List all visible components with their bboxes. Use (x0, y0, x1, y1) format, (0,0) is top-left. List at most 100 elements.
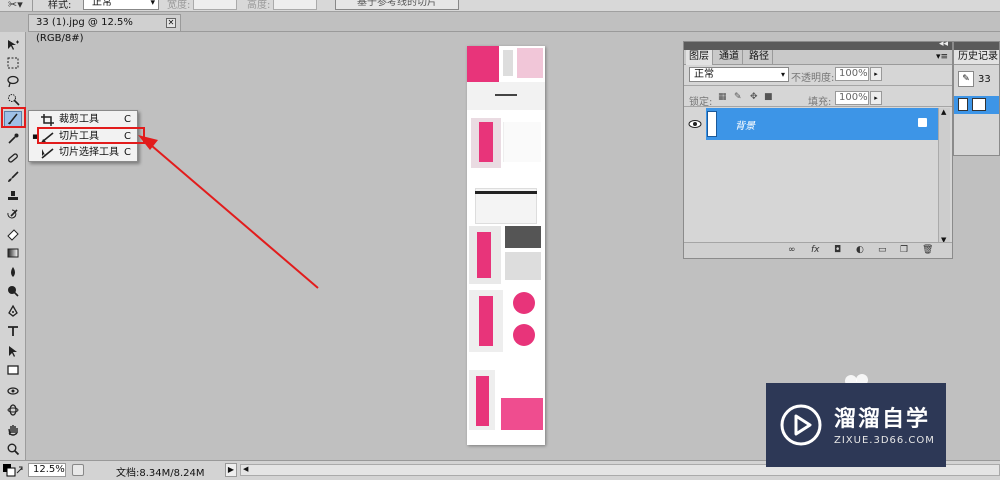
lock-transparent-icon[interactable]: ▦ (718, 92, 728, 102)
path-select-icon[interactable] (4, 343, 22, 359)
menu-item-crop-tool[interactable]: 裁剪工具 C (29, 112, 137, 128)
slice-tool-preset-icon[interactable]: ✂▾ (8, 0, 23, 11)
size-table-header (475, 191, 537, 194)
chevron-down-icon: ▾ (150, 0, 155, 8)
model-figure-3 (479, 296, 493, 346)
layer-style-icon[interactable]: fx (811, 245, 820, 255)
width-field[interactable] (193, 0, 237, 10)
panel-menu-icon[interactable]: ▾≡ (936, 52, 948, 62)
pen-icon[interactable] (4, 303, 22, 319)
slices-from-guides-button[interactable]: 基于参考线的切片 (335, 0, 459, 10)
play-logo-icon (780, 404, 822, 446)
fabric-closeup (501, 398, 543, 430)
history-brush-icon[interactable] (4, 207, 22, 223)
panel-titlebar (954, 42, 999, 50)
options-bar: ✂▾ 样式: 正常 ▾ 宽度: 高度: 基于参考线的切片 (0, 0, 1000, 12)
width-label: 宽度: (167, 0, 191, 11)
layer-row-background[interactable]: 背景 (706, 108, 939, 140)
document-info: 文档:8.34M/8.24M (116, 468, 205, 479)
lasso-icon[interactable] (4, 73, 22, 89)
hero-image (467, 46, 499, 82)
opacity-field[interactable]: 100% (835, 67, 869, 81)
banner-strip (467, 82, 545, 110)
delete-layer-icon[interactable]: 🗑 (922, 245, 933, 255)
tab-channels[interactable]: 通道 (716, 50, 743, 65)
options-separator (32, 0, 33, 11)
blur-icon[interactable] (4, 264, 22, 280)
lock-pixels-icon[interactable]: ✎ (734, 92, 744, 102)
status-preview-icon[interactable] (72, 464, 84, 476)
marquee-icon[interactable] (4, 55, 22, 71)
panel-titlebar: ◂◂ (684, 39, 952, 50)
stamp-icon[interactable] (4, 188, 22, 204)
3d-orbit-icon[interactable] (4, 402, 22, 418)
fill-arrow-icon[interactable]: ▸ (870, 91, 882, 105)
layer-thumbnail (707, 111, 717, 137)
lock-position-icon[interactable]: ✥ (750, 92, 760, 102)
opacity-arrow-icon[interactable]: ▸ (870, 67, 882, 81)
crop-tool-highlight (1, 107, 26, 128)
watermark-brand: 溜溜自学 (834, 407, 931, 432)
document-canvas[interactable] (467, 46, 545, 445)
gradient-icon[interactable] (4, 245, 22, 261)
tab-history[interactable]: 历史记录 (954, 50, 999, 65)
dodge-icon[interactable] (4, 283, 22, 299)
scroll-left-icon[interactable]: ◀ (243, 465, 248, 473)
scroll-up-icon[interactable]: ▲ (941, 108, 946, 116)
hand-icon[interactable] (4, 422, 22, 438)
add-mask-icon[interactable]: ◘ (834, 245, 841, 255)
blend-mode-select[interactable]: 正常 ▾ (689, 67, 789, 82)
style-label: 样式: (48, 0, 72, 11)
type-icon[interactable] (4, 323, 22, 339)
adjustment-layer-icon[interactable]: ◐ (856, 245, 864, 255)
history-panel: 历史记录 ✎ 33 (953, 41, 1000, 156)
new-layer-icon[interactable]: ❐ (900, 245, 908, 255)
chevron-down-icon: ▾ (780, 70, 785, 79)
color-swatches-icon[interactable] (2, 463, 24, 477)
model-figure-4 (476, 376, 489, 426)
link-layers-icon[interactable]: ∞ (788, 245, 796, 255)
quick-select-icon[interactable] (4, 91, 22, 107)
zoom-field[interactable]: 12.5% (28, 463, 66, 477)
healing-icon[interactable] (4, 150, 22, 166)
panel-divider (684, 106, 952, 107)
history-state-thumbnail (972, 98, 986, 111)
slice-select-icon (41, 147, 55, 159)
history-state-selected[interactable] (954, 96, 999, 114)
3d-rotate-icon[interactable] (4, 383, 22, 399)
eraser-icon[interactable] (4, 226, 22, 242)
style-select[interactable]: 正常 ▾ (83, 0, 159, 10)
menu-item-slice-select-tool[interactable]: 切片选择工具 C (29, 145, 137, 161)
collapse-icon[interactable]: ◂◂ (939, 39, 948, 49)
detail-photo-1 (505, 226, 541, 248)
opacity-label: 不透明度: (791, 73, 835, 84)
close-icon[interactable]: ✕ (166, 18, 176, 28)
banner-title-line (495, 94, 517, 96)
layers-footer: ∞ fx ◘ ◐ ▭ ❐ 🗑 (684, 242, 952, 258)
panel-divider (684, 85, 952, 86)
detail-photo-2 (505, 252, 541, 280)
tab-paths[interactable]: 路径 (746, 50, 773, 65)
eyedropper-icon[interactable] (4, 131, 22, 147)
height-field[interactable] (273, 0, 317, 10)
fill-field[interactable]: 100% (835, 91, 869, 105)
document-tab[interactable]: 33 (1).jpg @ 12.5%(RGB/8#) ✕ (28, 14, 181, 44)
brush-source-icon: ✎ (958, 71, 974, 87)
tab-divider (28, 31, 1000, 32)
history-state-icon (958, 98, 968, 111)
move-icon[interactable] (4, 37, 22, 53)
model-figure-1 (479, 122, 493, 162)
tab-layers[interactable]: 图层 (686, 50, 713, 65)
history-snapshot[interactable]: ✎ 33 (954, 67, 999, 93)
visibility-eye-icon[interactable] (688, 117, 702, 131)
brush-icon[interactable] (4, 169, 22, 185)
status-menu-arrow-icon[interactable]: ▶ (225, 463, 237, 477)
layers-scrollbar[interactable]: ▲ ▼ (938, 108, 950, 244)
shape-icon[interactable] (4, 362, 22, 378)
zoom-icon[interactable] (4, 441, 22, 457)
layer-lock-icon (918, 118, 927, 127)
new-group-icon[interactable]: ▭ (878, 245, 887, 255)
panel-tabs: 图层 通道 路径 ▾≡ (684, 50, 952, 65)
layer-name[interactable]: 背景 (735, 117, 755, 132)
lock-all-icon[interactable]: ■ (764, 92, 774, 102)
